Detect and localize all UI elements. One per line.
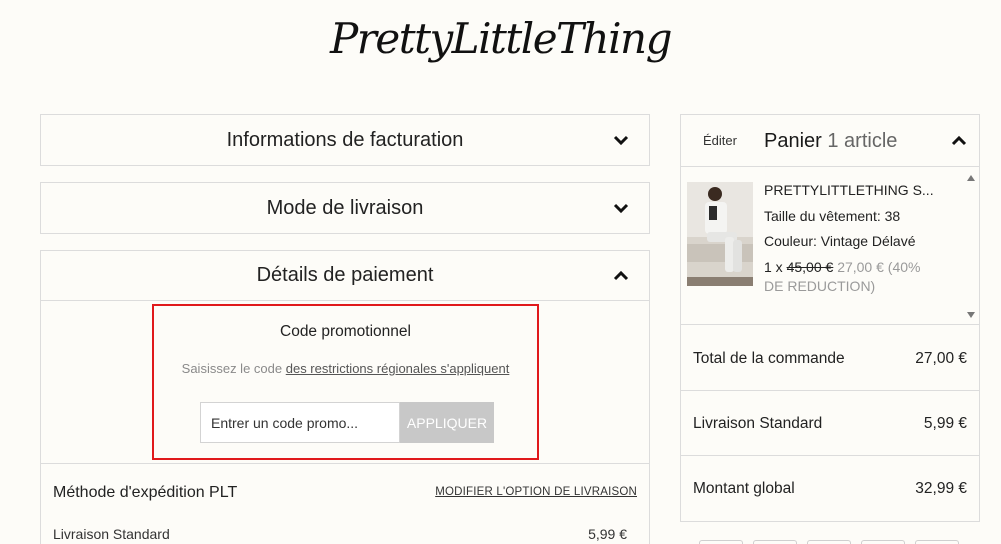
- summary-value: 5,99 €: [923, 415, 967, 432]
- billing-title: Informations de facturation: [226, 128, 464, 151]
- brand-logo[interactable]: PrettyLittleThing: [0, 14, 1001, 63]
- delivery-section[interactable]: Mode de livraison: [40, 182, 650, 234]
- shipping-option-price: 5,99 €: [588, 526, 627, 542]
- promo-code-box: Code promotionnel Saisissez le code des …: [152, 304, 539, 460]
- payment-methods-strip: [699, 540, 959, 544]
- product-size: Taille du vêtement: 38: [764, 208, 901, 224]
- payment-card-icon: [699, 540, 743, 544]
- shipping-cost-row: Livraison Standard 5,99 €: [681, 391, 979, 456]
- order-total-row: Total de la commande 27,00 €: [681, 326, 979, 391]
- cart-title: Panier 1 article: [764, 130, 897, 153]
- product-new-price: 27,00 € (40%: [837, 259, 921, 275]
- payment-card-icon: [915, 540, 959, 544]
- chevron-up-icon[interactable]: [951, 133, 967, 149]
- apply-promo-button[interactable]: APPLIQUER: [400, 402, 494, 443]
- product-discount: DE REDUCTION): [764, 278, 876, 294]
- summary-value: 32,99 €: [915, 480, 967, 497]
- summary-label: Total de la commande: [693, 350, 845, 367]
- chevron-down-icon[interactable]: [613, 132, 629, 148]
- payment-header[interactable]: Détails de paiement: [41, 251, 649, 301]
- regional-restrictions-link[interactable]: des restrictions régionales s'appliquent: [286, 361, 510, 376]
- shipping-method: Méthode d'expédition PLT MODIFIER L'OPTI…: [41, 463, 649, 544]
- product-old-price: 45,00 €: [786, 259, 834, 275]
- payment-card-icon: [861, 540, 905, 544]
- shipping-option-name: Livraison Standard: [53, 526, 170, 542]
- scroll-down-icon[interactable]: [967, 312, 975, 318]
- summary-label: Livraison Standard: [693, 415, 823, 432]
- billing-header[interactable]: Informations de facturation: [41, 115, 649, 165]
- billing-section[interactable]: Informations de facturation: [40, 114, 650, 166]
- promo-code-input[interactable]: [200, 402, 400, 443]
- chevron-up-icon[interactable]: [613, 268, 629, 284]
- scroll-up-icon[interactable]: [967, 175, 975, 181]
- payment-card-icon: [807, 540, 851, 544]
- edit-cart-link[interactable]: Éditer: [703, 133, 737, 148]
- delivery-header[interactable]: Mode de livraison: [41, 183, 649, 233]
- product-price-line: 1 x 45,00 € 27,00 € (40%: [764, 259, 920, 275]
- shipping-method-title: Méthode d'expédition PLT: [53, 484, 238, 501]
- cart-item: PRETTYLITTLETHING S... Taille du vêtemen…: [681, 168, 979, 325]
- product-name[interactable]: PRETTYLITTLETHING S...: [764, 182, 934, 198]
- payment-card-icon: [753, 540, 797, 544]
- grand-total-row: Montant global 32,99 €: [681, 456, 979, 521]
- summary-label: Montant global: [693, 480, 795, 497]
- chevron-down-icon[interactable]: [613, 200, 629, 216]
- product-color: Couleur: Vintage Délavé: [764, 233, 916, 249]
- cart-title-label: Panier: [764, 130, 822, 152]
- product-thumbnail[interactable]: [687, 182, 753, 286]
- cart-header: Éditer Panier 1 article: [681, 115, 979, 167]
- payment-title: Détails de paiement: [256, 264, 434, 286]
- cart-item-count: 1 article: [827, 130, 898, 152]
- cart-panel: Éditer Panier 1 article PRETTYLITTLETHIN…: [680, 114, 980, 522]
- delivery-title: Mode de livraison: [266, 196, 424, 219]
- product-quantity: 1 x: [764, 259, 783, 275]
- promo-help-prefix: Saisissez le code: [181, 361, 283, 376]
- payment-section: Détails de paiement Code promotionnel Sa…: [40, 250, 650, 544]
- modify-delivery-link[interactable]: MODIFIER L'OPTION DE LIVRAISON: [435, 486, 637, 498]
- promo-title: Code promotionnel: [280, 323, 411, 340]
- summary-value: 27,00 €: [915, 350, 967, 367]
- promo-help-text: Saisissez le code des restrictions régio…: [154, 361, 537, 376]
